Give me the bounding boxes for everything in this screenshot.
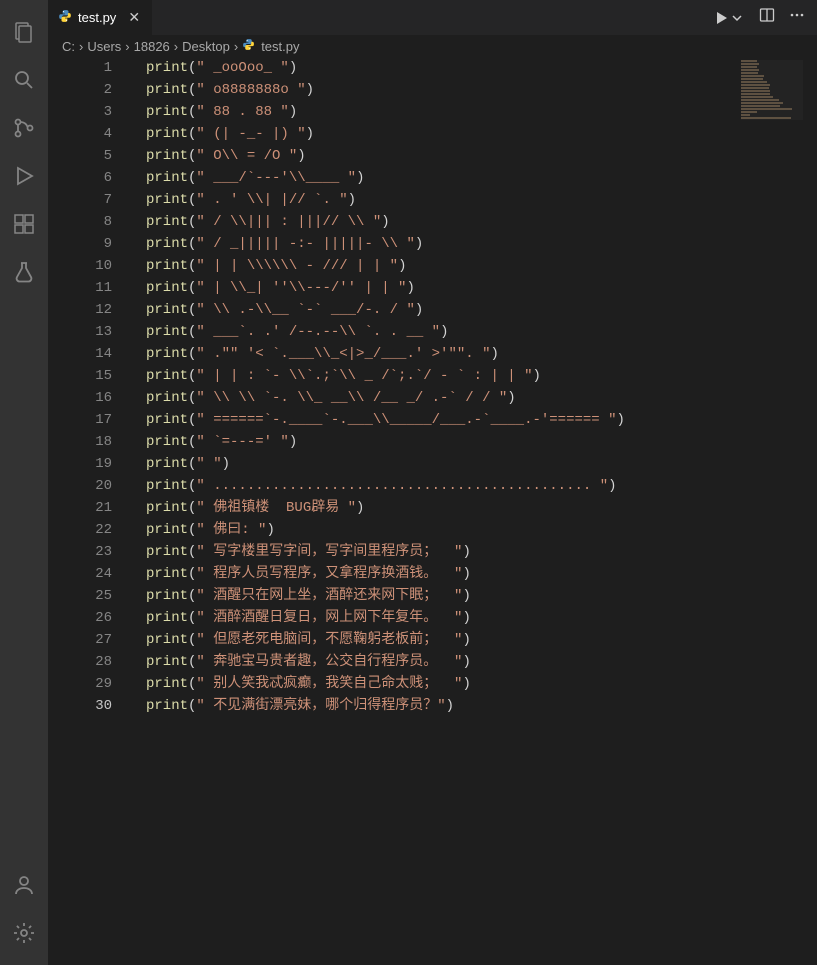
- code-line[interactable]: print(" 酒醉酒醒日复日，网上网下年复年。 "): [146, 607, 817, 629]
- line-number: 21: [48, 497, 112, 519]
- code-line[interactable]: print(" ___/`---'\\____ "): [146, 167, 817, 189]
- editor-actions: [717, 0, 817, 35]
- code-line[interactable]: print(" 88 . 88 "): [146, 101, 817, 123]
- line-number: 29: [48, 673, 112, 695]
- chevron-right-icon: ›: [79, 39, 83, 54]
- code-line[interactable]: print(" ."" '< `.___\\_<|>_/___.' >'"". …: [146, 343, 817, 365]
- run-debug-icon[interactable]: [0, 152, 48, 200]
- editor-content[interactable]: 1234567891011121314151617181920212223242…: [48, 57, 817, 965]
- breadcrumb-seg[interactable]: 18826: [134, 39, 170, 54]
- code-line[interactable]: print(" 佛祖镇楼 BUG辟易 "): [146, 497, 817, 519]
- code-line[interactable]: print(" 佛曰: "): [146, 519, 817, 541]
- code-line[interactable]: print(" \\ \\ `-. \\_ __\\ /__ _/ .-` / …: [146, 387, 817, 409]
- minimap[interactable]: [741, 60, 803, 120]
- code-line[interactable]: print(" | | : `- \\`.;`\\ _ /`;.`/ - ` :…: [146, 365, 817, 387]
- line-number: 4: [48, 123, 112, 145]
- scrollbar[interactable]: [803, 57, 817, 965]
- code-line[interactable]: print(" _ooOoo_ "): [146, 57, 817, 79]
- code-line[interactable]: print(" 但愿老死电脑间，不愿鞠躬老板前； "): [146, 629, 817, 651]
- chevron-right-icon: ›: [234, 39, 238, 54]
- line-number: 15: [48, 365, 112, 387]
- testing-icon[interactable]: [0, 248, 48, 296]
- line-number: 1: [48, 57, 112, 79]
- breadcrumb-seg[interactable]: test.py: [261, 39, 299, 54]
- line-number: 5: [48, 145, 112, 167]
- line-number: 22: [48, 519, 112, 541]
- run-icon[interactable]: [717, 10, 745, 26]
- line-number: 12: [48, 299, 112, 321]
- line-number: 8: [48, 211, 112, 233]
- line-number: 7: [48, 189, 112, 211]
- code-area[interactable]: print(" _ooOoo_ ")print(" o8888888o ")pr…: [146, 57, 817, 965]
- code-line[interactable]: print(" (| -_- |) "): [146, 123, 817, 145]
- code-line[interactable]: print(" 程序人员写程序，又拿程序换酒钱。 "): [146, 563, 817, 585]
- tab-test-py[interactable]: test.py ✕: [48, 0, 153, 35]
- line-number: 9: [48, 233, 112, 255]
- line-number: 25: [48, 585, 112, 607]
- code-line[interactable]: print(" . ' \\| |// `. "): [146, 189, 817, 211]
- line-number: 27: [48, 629, 112, 651]
- code-line[interactable]: print(" / _||||| -:- |||||- \\ "): [146, 233, 817, 255]
- settings-icon[interactable]: [0, 909, 48, 957]
- breadcrumb-seg[interactable]: Desktop: [182, 39, 230, 54]
- code-line[interactable]: print(" 写字楼里写字间，写字间里程序员； "): [146, 541, 817, 563]
- line-number: 2: [48, 79, 112, 101]
- source-control-icon[interactable]: [0, 104, 48, 152]
- code-line[interactable]: print(" O\\ = /O "): [146, 145, 817, 167]
- line-number: 30: [48, 695, 112, 717]
- code-line[interactable]: print(" \\ .-\\__ `-` ___/-. / "): [146, 299, 817, 321]
- code-line[interactable]: print(" | | \\\\\\ - /// | | "): [146, 255, 817, 277]
- code-line[interactable]: print(" ___`. .' /--.--\\ `. . __ "): [146, 321, 817, 343]
- explorer-icon[interactable]: [0, 8, 48, 56]
- more-actions-icon[interactable]: [789, 7, 805, 28]
- code-line[interactable]: print(" 酒醒只在网上坐，酒醉还来网下眠； "): [146, 585, 817, 607]
- code-line[interactable]: print(" | \\_| ''\\---/'' | | "): [146, 277, 817, 299]
- line-number: 24: [48, 563, 112, 585]
- tab-bar: test.py ✕: [48, 0, 817, 35]
- line-number: 13: [48, 321, 112, 343]
- breadcrumb-seg[interactable]: C:: [62, 39, 75, 54]
- breadcrumb[interactable]: C: › Users › 18826 › Desktop › test.py: [48, 35, 817, 57]
- line-number-gutter: 1234567891011121314151617181920212223242…: [48, 57, 136, 965]
- line-number: 14: [48, 343, 112, 365]
- code-line[interactable]: print(" ======`-.____`-.___\\_____/___.-…: [146, 409, 817, 431]
- close-icon[interactable]: ✕: [126, 10, 142, 26]
- code-line[interactable]: print(" 不见满街漂亮妹，哪个归得程序员？"): [146, 695, 817, 717]
- editor-group: test.py ✕ C: › Users › 18826 › Desktop ›: [48, 0, 817, 965]
- python-file-icon: [242, 38, 255, 54]
- code-line[interactable]: print(" o8888888o "): [146, 79, 817, 101]
- line-number: 20: [48, 475, 112, 497]
- code-line[interactable]: print(" 奔驰宝马贵者趣，公交自行程序员。 "): [146, 651, 817, 673]
- line-number: 17: [48, 409, 112, 431]
- code-line[interactable]: print(" `=---=' "): [146, 431, 817, 453]
- line-number: 11: [48, 277, 112, 299]
- code-line[interactable]: print(" 别人笑我忒疯癫，我笑自己命太贱； "): [146, 673, 817, 695]
- split-editor-icon[interactable]: [759, 7, 775, 28]
- search-icon[interactable]: [0, 56, 48, 104]
- python-file-icon: [58, 9, 72, 26]
- code-line[interactable]: print(" / \\||| : |||// \\ "): [146, 211, 817, 233]
- chevron-right-icon: ›: [125, 39, 129, 54]
- extensions-icon[interactable]: [0, 200, 48, 248]
- line-number: 26: [48, 607, 112, 629]
- line-number: 16: [48, 387, 112, 409]
- line-number: 23: [48, 541, 112, 563]
- line-number: 18: [48, 431, 112, 453]
- code-line[interactable]: print(" ................................…: [146, 475, 817, 497]
- tab-label: test.py: [78, 10, 116, 25]
- line-number: 28: [48, 651, 112, 673]
- chevron-right-icon: ›: [174, 39, 178, 54]
- line-number: 10: [48, 255, 112, 277]
- line-number: 19: [48, 453, 112, 475]
- code-line[interactable]: print(" "): [146, 453, 817, 475]
- activity-bar: [0, 0, 48, 965]
- line-number: 6: [48, 167, 112, 189]
- line-number: 3: [48, 101, 112, 123]
- breadcrumb-seg[interactable]: Users: [87, 39, 121, 54]
- accounts-icon[interactable]: [0, 861, 48, 909]
